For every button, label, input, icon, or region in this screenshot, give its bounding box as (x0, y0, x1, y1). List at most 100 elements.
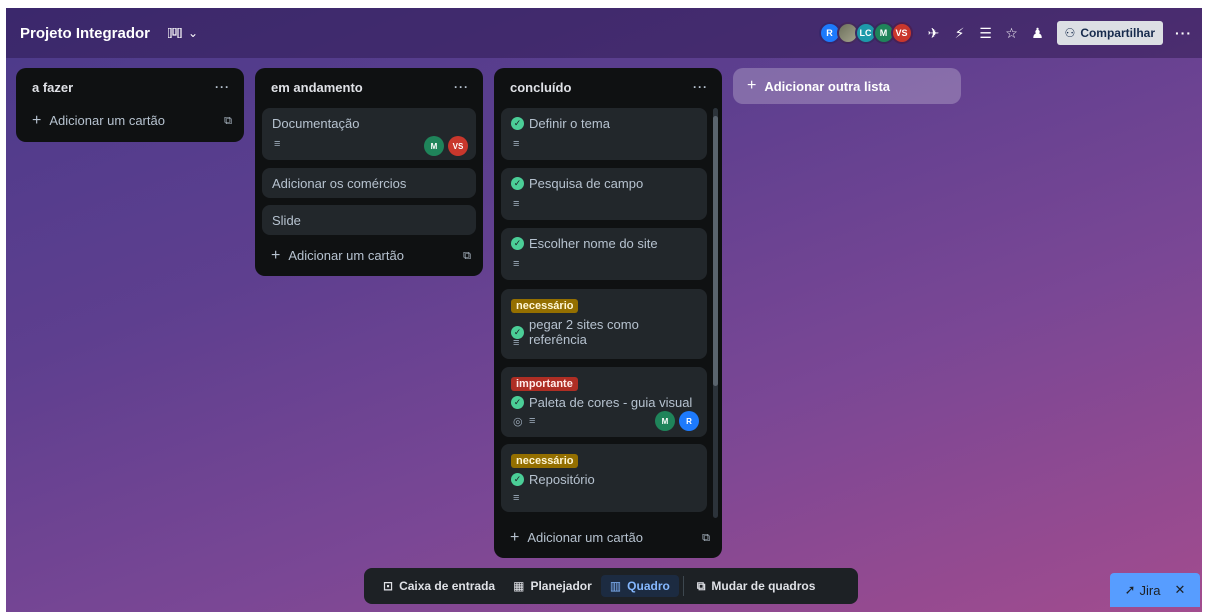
inbox-icon: ⊡ (383, 579, 394, 593)
description-icon: ≡ (513, 492, 520, 504)
card-label: necessário (511, 454, 579, 468)
card[interactable]: ✓ Definir o tema ≡ (501, 108, 707, 160)
card-title: Escolher nome do site (529, 236, 658, 251)
board-header: Projeto Integrador ⌄ R LC M VS ✈ ⚡ ☰ ☆ ♟… (6, 8, 1202, 58)
plus-icon: + (271, 247, 281, 264)
list-concluido: concluído ··· ✓ Definir o tema ≡ ✓ Pesquis… (494, 68, 722, 558)
board-title[interactable]: Projeto Integrador (20, 25, 150, 42)
description-icon: ≡ (513, 198, 520, 210)
board-view-icon[interactable] (168, 28, 182, 38)
inbox-label: Caixa de entrada (399, 579, 496, 593)
list-header: concluído ··· (494, 68, 722, 106)
planner-button[interactable]: ▦ Planejador (504, 575, 601, 597)
member-avatars[interactable]: R LC M VS (818, 22, 913, 44)
description-icon: ≡ (513, 138, 520, 150)
card-title: Definir o tema (529, 116, 610, 131)
star-icon[interactable]: ☆ (999, 25, 1025, 42)
add-list-button[interactable]: + Adicionar outra lista (733, 68, 961, 104)
plus-icon: + (510, 529, 520, 546)
card[interactable]: ✓ Escolher nome do site ≡ (501, 228, 707, 280)
card-title: Documentação (272, 116, 360, 131)
description-icon: ≡ (513, 337, 520, 349)
list-em-andamento: em andamento ··· Documentação ≡ M VS Adi… (255, 68, 483, 276)
add-card-label: Adicionar um cartão (527, 530, 643, 545)
list-title[interactable]: concluído (510, 80, 571, 95)
description-icon: ≡ (274, 138, 281, 150)
check-icon: ✓ (511, 396, 524, 409)
add-list-label: Adicionar outra lista (764, 78, 891, 94)
list-scrollbar[interactable] (713, 108, 718, 518)
chevron-down-icon[interactable]: ⌄ (188, 26, 198, 40)
jira-widget[interactable]: ➚ Jira ✕ (1110, 573, 1200, 607)
share-label: Compartilhar (1080, 26, 1155, 40)
template-icon[interactable]: ⧉ (463, 250, 471, 263)
list-menu-icon[interactable]: ··· (693, 80, 708, 94)
description-icon: ≡ (529, 415, 536, 427)
check-icon: ✓ (511, 177, 524, 190)
card[interactable]: ✓ Pesquisa de campo ≡ (501, 168, 707, 220)
description-icon: ≡ (513, 258, 520, 270)
add-person-icon: ⚇ (1064, 26, 1076, 40)
card-title: pegar 2 sites como referência (529, 317, 639, 347)
inbox-button[interactable]: ⊡ Caixa de entrada (374, 575, 504, 597)
list-header: a fazer ··· (16, 68, 244, 106)
card[interactable]: Slide (262, 205, 476, 235)
automation-bolt-icon[interactable]: ⚡ (947, 25, 973, 42)
avatar[interactable]: M (424, 136, 444, 156)
list-header: em andamento ··· (255, 68, 483, 106)
card-title: Paleta de cores - guia visual (529, 395, 693, 410)
add-card-label: Adicionar um cartão (49, 113, 165, 128)
card-members: M VS (420, 136, 468, 156)
card-label: necessário (511, 299, 579, 313)
left-edge (0, 0, 6, 612)
filter-icon[interactable]: ☰ (973, 25, 999, 42)
calendar-icon: ▦ (513, 579, 525, 593)
card[interactable]: Adicionar os comércios (262, 168, 476, 198)
list-menu-icon[interactable]: ··· (454, 80, 469, 94)
plus-icon: + (32, 112, 42, 129)
avatar[interactable]: VS (890, 22, 913, 44)
add-card-label: Adicionar um cartão (288, 248, 404, 263)
list-title[interactable]: em andamento (271, 80, 363, 95)
avatar[interactable]: VS (448, 136, 468, 156)
list-menu-icon[interactable]: ··· (215, 80, 230, 94)
board-button[interactable]: ▥ Quadro (600, 575, 679, 597)
card-title: Pesquisa de campo (529, 176, 644, 191)
template-icon[interactable]: ⧉ (224, 115, 232, 128)
top-edge (0, 0, 1206, 8)
close-icon[interactable]: ✕ (1174, 582, 1185, 598)
avatar[interactable]: M (655, 411, 675, 431)
list-title[interactable]: a fazer (32, 80, 73, 95)
jira-label: Jira (1139, 582, 1161, 598)
right-edge (1202, 0, 1206, 612)
card-title: Adicionar os comércios (272, 176, 407, 191)
list-a-fazer: a fazer ··· + Adicionar um cartão ⧉ (16, 68, 244, 142)
check-icon: ✓ (511, 237, 524, 250)
avatar[interactable]: R (679, 411, 699, 431)
card-members: M R (651, 411, 699, 431)
planner-label: Planejador (530, 579, 592, 593)
card[interactable]: importante ✓ Paleta de cores - guia visua… (501, 367, 707, 437)
card[interactable]: Documentação ≡ M VS (262, 108, 476, 160)
bottom-navigation-bar: ⊡ Caixa de entrada ▦ Planejador ▥ Quadro… (364, 568, 858, 604)
scrollbar-thumb[interactable] (713, 116, 718, 386)
add-card-button[interactable]: + Adicionar um cartão ⧉ (16, 106, 244, 136)
card[interactable]: necessário ✓ Repositório ≡ (501, 444, 707, 512)
jira-icon: ➚ (1124, 582, 1136, 597)
divider (682, 576, 684, 596)
add-card-button[interactable]: + Adicionar um cartão ⧉ (255, 241, 483, 271)
share-button[interactable]: ⚇ Compartilhar (1056, 21, 1163, 45)
add-card-button[interactable]: + Adicionar um cartão ⧉ (494, 523, 722, 553)
rocket-icon[interactable]: ✈ (921, 25, 947, 42)
card[interactable]: necessário ✓ pegar 2 sites como referênci… (501, 289, 707, 359)
switch-boards-button[interactable]: ⧉ Mudar de quadros (688, 575, 825, 598)
board-icon: ▥ (609, 579, 622, 593)
card-title: Repositório (529, 472, 595, 487)
switch-boards-label: Mudar de quadros (711, 579, 816, 593)
more-menu-icon[interactable]: ··· (1175, 25, 1192, 41)
visibility-icon[interactable]: ♟ (1025, 25, 1051, 42)
card-label: importante (511, 377, 578, 391)
template-icon[interactable]: ⧉ (702, 532, 710, 545)
board-label: Quadro (627, 579, 670, 593)
watch-eye-icon: ◎ (513, 416, 523, 428)
